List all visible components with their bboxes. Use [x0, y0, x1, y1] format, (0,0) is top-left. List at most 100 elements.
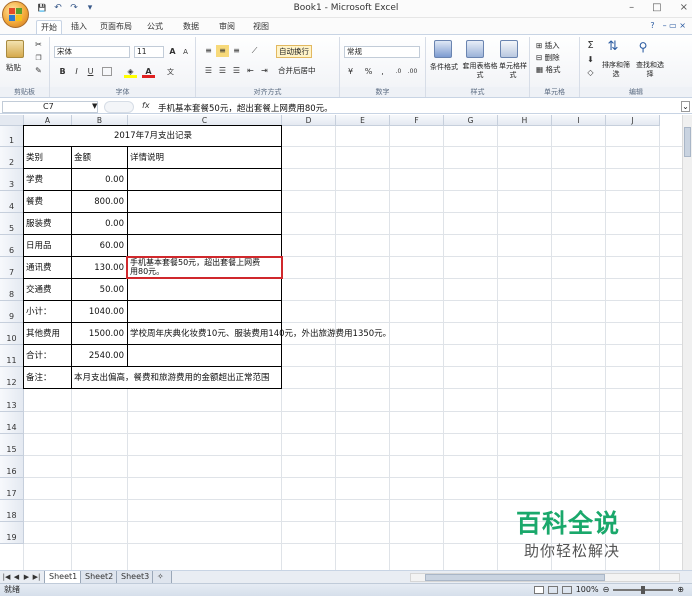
- zoom-out-icon[interactable]: ⊖: [603, 584, 610, 596]
- insert-cells-button[interactable]: ⊞ 插入: [536, 40, 560, 51]
- formula-input[interactable]: 手机基本套餐50元，超出套餐上网费用80元。: [158, 102, 333, 114]
- row-header[interactable]: 17: [0, 478, 24, 500]
- category-cell[interactable]: 通讯费: [26, 257, 72, 279]
- row-header[interactable]: 3: [0, 169, 24, 191]
- align-bottom-icon[interactable]: ≡: [230, 45, 243, 57]
- grow-font-button[interactable]: A: [166, 46, 179, 58]
- font-size-select[interactable]: 11: [134, 46, 164, 58]
- italic-button[interactable]: I: [70, 66, 83, 78]
- autosum-button[interactable]: Σ: [584, 40, 597, 52]
- header-cell[interactable]: 类别: [26, 147, 72, 169]
- decrease-indent-icon[interactable]: ⇤: [244, 65, 257, 77]
- column-header[interactable]: G: [444, 115, 498, 126]
- amount-cell[interactable]: 800.00: [72, 191, 128, 213]
- row-header[interactable]: 5: [0, 213, 24, 235]
- category-cell[interactable]: 其他费用: [26, 323, 72, 345]
- merge-center-button[interactable]: 合并后居中: [278, 65, 316, 76]
- detail-cell[interactable]: [130, 191, 550, 213]
- expand-formula-bar-icon[interactable]: ⌄: [681, 101, 690, 112]
- format-as-table-icon[interactable]: [466, 40, 484, 58]
- insert-sheet-icon[interactable]: ✧: [152, 571, 172, 583]
- format-cells-button[interactable]: ▦ 格式: [536, 64, 560, 75]
- detail-cell[interactable]: 学校周年庆典化妆费10元、服装费用140元，外出旅游费用1350元。: [130, 323, 550, 345]
- sort-filter-button[interactable]: 排序和筛选: [600, 61, 632, 79]
- find-select-icon[interactable]: ⚲: [634, 41, 652, 57]
- tab-page-layout[interactable]: 页面布局: [96, 20, 136, 34]
- zoom-level[interactable]: 100%: [576, 584, 599, 596]
- insert-function-button[interactable]: fx: [142, 101, 150, 110]
- column-header[interactable]: D: [282, 115, 336, 126]
- align-center-icon[interactable]: ☰: [216, 65, 229, 77]
- percent-button[interactable]: %: [362, 66, 375, 78]
- horizontal-scroll-thumb[interactable]: [425, 574, 605, 581]
- close-button[interactable]: ×: [680, 2, 688, 13]
- tab-insert[interactable]: 插入: [68, 20, 90, 34]
- row-header[interactable]: 2: [0, 147, 24, 169]
- font-color-icon[interactable]: A: [142, 66, 155, 78]
- tab-review[interactable]: 审阅: [216, 20, 238, 34]
- category-cell[interactable]: 交通费: [26, 279, 72, 301]
- vertical-scroll-thumb[interactable]: [684, 127, 691, 157]
- paste-button[interactable]: 粘贴: [6, 62, 21, 73]
- amount-cell[interactable]: 0.00: [72, 169, 128, 191]
- column-header[interactable]: J: [606, 115, 660, 126]
- sheet-title-cell[interactable]: 2017年7月支出记录: [24, 126, 282, 147]
- category-cell[interactable]: 日用品: [26, 235, 72, 257]
- column-header[interactable]: A: [24, 115, 72, 126]
- amount-cell[interactable]: 0.00: [72, 213, 128, 235]
- notes-cell[interactable]: 本月支出偏高，餐费和旅游费用的金额超出正常范围: [74, 367, 282, 389]
- detail-cell[interactable]: [130, 235, 550, 257]
- detail-cell[interactable]: [130, 301, 550, 323]
- underline-button[interactable]: U: [84, 66, 97, 78]
- category-cell[interactable]: 餐费: [26, 191, 72, 213]
- sheet-tab-sheet1[interactable]: Sheet1: [44, 571, 83, 583]
- detail-cell[interactable]: [130, 345, 550, 367]
- row-header[interactable]: 6: [0, 235, 24, 257]
- detail-cell[interactable]: [130, 169, 550, 191]
- sort-filter-icon[interactable]: ⇅: [604, 40, 622, 57]
- row-header[interactable]: 13: [0, 389, 24, 412]
- zoom-slider-knob[interactable]: [641, 586, 646, 594]
- row-header[interactable]: 12: [0, 367, 24, 389]
- delete-cells-button[interactable]: ⊟ 删除: [536, 52, 560, 63]
- column-header[interactable]: H: [498, 115, 552, 126]
- first-sheet-icon[interactable]: |◀: [2, 572, 11, 582]
- align-top-icon[interactable]: ≡: [202, 45, 215, 57]
- row-header[interactable]: 8: [0, 279, 24, 301]
- align-middle-icon[interactable]: ≡: [216, 45, 229, 57]
- decrease-decimal-icon[interactable]: .00: [406, 66, 419, 78]
- prev-sheet-icon[interactable]: ◀: [12, 572, 21, 582]
- format-as-table-button[interactable]: 套用表格格式: [462, 62, 498, 80]
- amount-cell[interactable]: 1500.00: [72, 323, 128, 345]
- zoom-in-icon[interactable]: ⊕: [677, 584, 684, 596]
- row-header[interactable]: 15: [0, 434, 24, 456]
- row-header[interactable]: 9: [0, 301, 24, 323]
- detail-cell[interactable]: [130, 213, 550, 235]
- row-header[interactable]: 19: [0, 522, 24, 544]
- amount-cell[interactable]: 60.00: [72, 235, 128, 257]
- orientation-icon[interactable]: ⟋: [248, 45, 261, 57]
- row-header[interactable]: 4: [0, 191, 24, 213]
- name-box-dropdown-icon[interactable]: ▼: [92, 102, 97, 110]
- row-header[interactable]: 10: [0, 323, 24, 345]
- conditional-format-icon[interactable]: [434, 40, 452, 58]
- name-box[interactable]: C7: [2, 101, 98, 113]
- tab-formulas[interactable]: 公式: [144, 20, 166, 34]
- row-header[interactable]: 7: [0, 257, 24, 279]
- bold-button[interactable]: B: [56, 66, 69, 78]
- header-cell[interactable]: 金额: [74, 147, 128, 169]
- maximize-button[interactable]: □: [652, 2, 661, 13]
- select-all-corner[interactable]: [0, 115, 24, 126]
- align-left-icon[interactable]: ☰: [202, 65, 215, 77]
- normal-view-icon[interactable]: [533, 586, 544, 594]
- cut-icon[interactable]: ✂: [32, 39, 45, 51]
- vertical-scrollbar[interactable]: [682, 115, 692, 570]
- column-header[interactable]: I: [552, 115, 606, 126]
- sheet-tab-sheet2[interactable]: Sheet2: [80, 571, 119, 583]
- zoom-slider[interactable]: [613, 586, 674, 594]
- amount-cell[interactable]: 130.00: [72, 257, 128, 279]
- align-right-icon[interactable]: ☰: [230, 65, 243, 77]
- page-break-view-icon[interactable]: [561, 586, 572, 594]
- last-sheet-icon[interactable]: ▶|: [32, 572, 41, 582]
- next-sheet-icon[interactable]: ▶: [22, 572, 31, 582]
